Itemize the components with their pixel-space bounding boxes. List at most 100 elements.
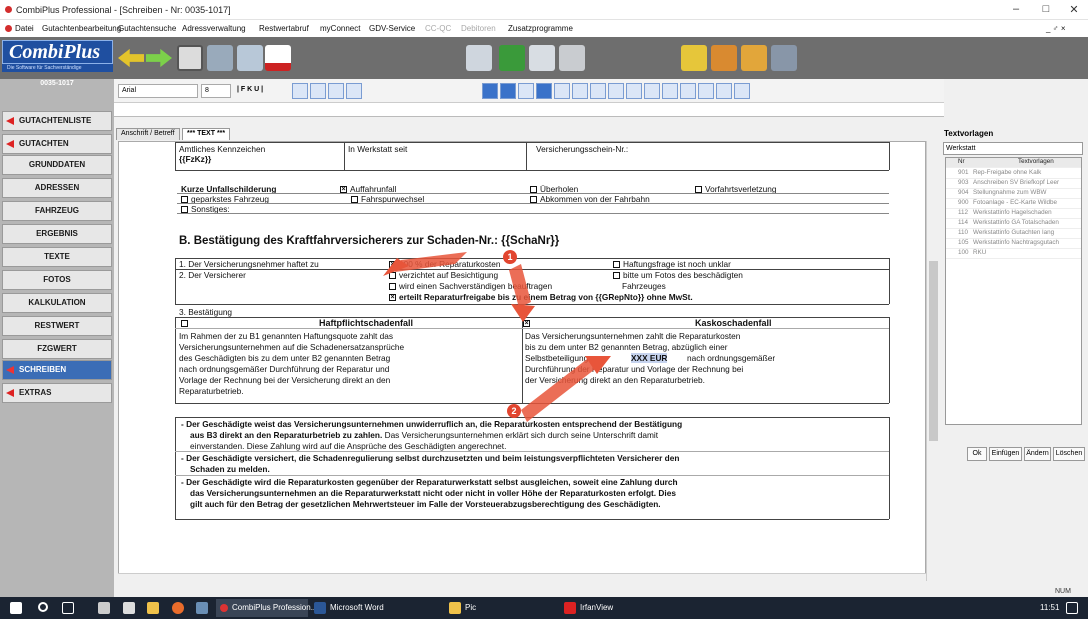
align-center-icon[interactable] xyxy=(310,83,326,99)
nav-gutachtenliste[interactable]: GUTACHTENLISTE xyxy=(2,111,112,131)
font-size-select[interactable]: 8 xyxy=(201,84,231,98)
taskbar-word[interactable]: Microsoft Word xyxy=(330,599,384,617)
vertical-scrollbar[interactable] xyxy=(926,141,940,581)
columns-icon[interactable] xyxy=(626,83,642,99)
grid-icon[interactable] xyxy=(644,83,660,99)
aendern-button[interactable]: Ändern xyxy=(1024,447,1051,461)
list-item[interactable]: 114 Werkstattinfo GA Totalschaden xyxy=(946,219,1081,229)
loeschen-button[interactable]: Löschen xyxy=(1053,447,1085,461)
menu-datei[interactable]: Datei xyxy=(15,24,34,33)
explorer-icon[interactable] xyxy=(98,602,110,614)
item-name: Werkstattinfo Nachtragsgutach xyxy=(973,239,1059,246)
nav-gutachten[interactable]: GUTACHTEN xyxy=(2,134,112,154)
scroll-thumb[interactable] xyxy=(929,261,938,441)
restore-button[interactable]: □ xyxy=(1035,3,1057,15)
export-icon[interactable] xyxy=(499,45,525,71)
start-icon[interactable] xyxy=(10,602,22,614)
split-icon[interactable] xyxy=(680,83,696,99)
textvorlagen-filter-select[interactable]: Werkstatt xyxy=(943,142,1083,155)
insert-field-icon[interactable] xyxy=(482,83,498,99)
list-item[interactable]: 904 Stellungnahme zum WBW xyxy=(946,189,1081,199)
menu-gutachtenbearbeitung[interactable]: Gutachtenbearbeitung xyxy=(42,24,121,33)
numbered-list-icon[interactable] xyxy=(346,83,362,99)
minimize-button[interactable]: – xyxy=(1005,3,1027,15)
bullet-list-icon[interactable] xyxy=(328,83,344,99)
menu-cc-qc[interactable]: CC-QC xyxy=(425,24,451,33)
box-icon[interactable] xyxy=(741,45,767,71)
menu-gdv-service[interactable]: GDV-Service xyxy=(369,24,415,33)
nav-schreiben[interactable]: SCHREIBEN xyxy=(2,360,112,380)
book-icon[interactable] xyxy=(536,83,552,99)
list-item[interactable]: 900 Fotoanlage - EC-Karte Wildbe xyxy=(946,199,1081,209)
zoom-out-icon[interactable] xyxy=(734,83,750,99)
nav-grunddaten[interactable]: GRUNDDATEN xyxy=(2,155,112,175)
menu-gutachtensuche[interactable]: Gutachtensuche xyxy=(118,24,176,33)
list-item[interactable]: 110 Werkstattinfo Gutachten lang xyxy=(946,229,1081,239)
table-icon[interactable] xyxy=(554,83,570,99)
print-icon[interactable] xyxy=(559,45,585,71)
nav-restwert[interactable]: RESTWERT xyxy=(2,316,112,336)
align-left-icon[interactable] xyxy=(292,83,308,99)
style-buttons[interactable]: | F K U | xyxy=(234,84,288,98)
menu-adressverwaltung[interactable]: Adressverwaltung xyxy=(182,24,246,33)
tab-anschrift-betreff[interactable]: Anschrift / Betreff xyxy=(116,128,180,140)
list-item[interactable]: 105 Werkstattinfo Nachtragsgutach xyxy=(946,239,1081,249)
nav-fotos[interactable]: FOTOS xyxy=(2,270,112,290)
indent-icon[interactable] xyxy=(608,83,624,99)
ok-button[interactable]: Ok xyxy=(967,447,987,461)
list-item[interactable]: 112 Werkstattinfo Hagelschaden xyxy=(946,209,1081,219)
copy-icon[interactable] xyxy=(207,45,233,71)
cell-icon[interactable] xyxy=(698,83,714,99)
nav-adressen[interactable]: ADRESSEN xyxy=(2,178,112,198)
browser-icon[interactable] xyxy=(172,602,184,614)
search-icon[interactable] xyxy=(38,602,48,612)
menu-restwertabruf[interactable]: Restwertabruf xyxy=(259,24,309,33)
horizontal-scrollbar[interactable] xyxy=(118,573,926,584)
print-preview-icon[interactable] xyxy=(529,45,555,71)
insert-c-icon[interactable] xyxy=(500,83,516,99)
settings-icon[interactable] xyxy=(123,602,135,614)
insert-image-icon[interactable] xyxy=(572,83,588,99)
nav-ergebnis[interactable]: ERGEBNIS xyxy=(2,224,112,244)
nav-kalkulation[interactable]: KALKULATION xyxy=(2,293,112,313)
nav-fahrzeug[interactable]: FAHRZEUG xyxy=(2,201,112,221)
list-item[interactable]: 100 RKU xyxy=(946,249,1081,259)
task-view-icon[interactable] xyxy=(62,602,74,614)
wrench-icon[interactable] xyxy=(518,83,534,99)
menu-myconnect[interactable]: myConnect xyxy=(320,24,360,33)
notification-icon[interactable] xyxy=(1066,602,1078,614)
taskbar-pic[interactable]: Pic xyxy=(465,599,476,617)
taskbar-irfanview[interactable]: IrfanView xyxy=(580,599,613,617)
close-button[interactable]: ✕ xyxy=(1063,3,1085,16)
zoom-in-icon[interactable] xyxy=(716,83,732,99)
menu-debitoren[interactable]: Debitoren xyxy=(461,24,496,33)
edit-icon[interactable] xyxy=(237,45,263,71)
arrow-icon xyxy=(6,117,14,125)
list-item[interactable]: 903 Anschreiben SV Briefkopf Leer xyxy=(946,179,1081,189)
clock[interactable]: 11:51 xyxy=(1040,599,1059,617)
tab-text[interactable]: *** TEXT *** xyxy=(182,128,231,140)
folder-icon[interactable] xyxy=(147,602,159,614)
app-icon[interactable] xyxy=(196,602,208,614)
save-icon[interactable] xyxy=(177,45,203,71)
nav-extras[interactable]: EXTRAS xyxy=(2,383,112,403)
nav-texte[interactable]: TEXTE xyxy=(2,247,112,267)
mdi-window-controls[interactable]: _ ♂ × xyxy=(1046,24,1066,33)
annotation-arrows xyxy=(383,252,611,422)
font-select[interactable]: Arial xyxy=(118,84,198,98)
nav-fzgwert[interactable]: FZGWERT xyxy=(2,339,112,359)
notes-icon[interactable] xyxy=(681,45,707,71)
ruler[interactable] xyxy=(114,103,944,117)
delete-document-icon[interactable] xyxy=(265,45,291,71)
preview-icon[interactable] xyxy=(466,45,492,71)
close-document-icon[interactable] xyxy=(771,45,797,71)
merge-icon[interactable] xyxy=(662,83,678,99)
einfuegen-button[interactable]: Einfügen xyxy=(989,447,1022,461)
menu-zusatzprogramme[interactable]: Zusatzprogramme xyxy=(508,24,573,33)
taskbar-combiplus[interactable]: CombiPlus Profession... xyxy=(216,599,317,617)
text-size-icon[interactable] xyxy=(590,83,606,99)
document-editor[interactable]: Amtliches Kennzeichen {{FzKz}} In Werkst… xyxy=(118,141,926,581)
list-item[interactable]: 901 Rep-Freigabe ohne Kalk xyxy=(946,169,1081,179)
folder-icon[interactable] xyxy=(711,45,737,71)
textvorlagen-list[interactable]: Nr Textvorlagen 901 Rep-Freigabe ohne Kalk… xyxy=(945,157,1082,425)
